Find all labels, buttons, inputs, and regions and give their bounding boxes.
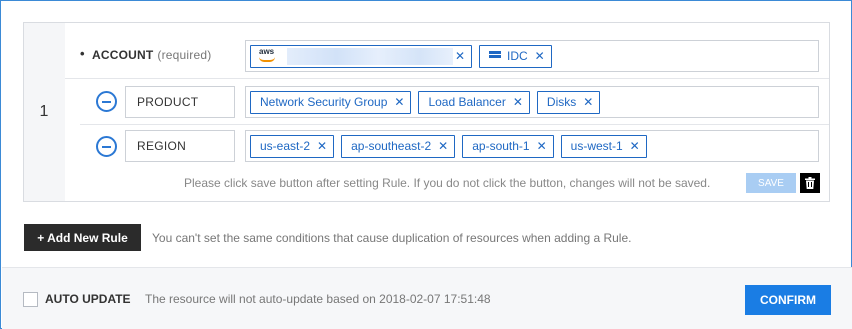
add-new-rule-button[interactable]: + Add New Rule [24, 224, 141, 251]
tag-label: ap-southeast-2 [351, 139, 432, 153]
region-tag: us-east-2 ✕ [250, 134, 335, 158]
product-tag: Disks ✕ [536, 90, 601, 114]
add-rule-hint: You can't set the same conditions that c… [152, 231, 632, 245]
account-tag-idc: IDC ✕ [479, 44, 552, 68]
account-select[interactable]: aws ✕ IDC ✕ [245, 40, 819, 72]
product-tag: Network Security Group ✕ [250, 90, 412, 114]
region-select[interactable]: us-east-2 ✕ ap-southeast-2 ✕ ap-south-1 ✕ u… [245, 130, 819, 162]
auto-update-label: AUTO UPDATE [45, 292, 131, 306]
tag-label: us-east-2 [260, 139, 311, 153]
aws-logo-icon: aws [257, 48, 279, 64]
remove-product-condition-button[interactable] [96, 91, 117, 112]
tag-label: Network Security Group [260, 95, 388, 109]
condition-key-product[interactable]: PRODUCT [125, 86, 235, 118]
footer: AUTO UPDATE The resource will not auto-u… [2, 267, 852, 329]
account-label: ACCOUNT (required) [92, 48, 211, 62]
close-icon[interactable]: ✕ [630, 139, 640, 153]
product-tag: Load Balancer ✕ [418, 90, 530, 114]
region-tag: ap-southeast-2 ✕ [341, 134, 456, 158]
account-label-text: ACCOUNT [92, 48, 154, 62]
aws-logo-text: aws [259, 47, 275, 56]
trash-icon [805, 177, 815, 189]
condition-key-region[interactable]: REGION [125, 130, 235, 162]
save-hint: Please click save button after setting R… [184, 176, 711, 190]
auto-update-description: The resource will not auto-update based … [145, 292, 491, 306]
divider [80, 124, 829, 125]
close-icon[interactable]: ✕ [438, 139, 448, 153]
tag-label: Disks [546, 95, 577, 109]
required-marker: • [80, 46, 85, 61]
close-icon[interactable]: ✕ [317, 139, 327, 153]
region-tag: ap-south-1 ✕ [462, 134, 554, 158]
close-icon[interactable]: ✕ [455, 49, 465, 63]
account-required-text: (required) [157, 48, 212, 62]
product-select[interactable]: Network Security Group ✕ Load Balancer ✕ D… [245, 86, 819, 118]
server-icon [489, 51, 501, 61]
save-button[interactable]: SAVE [746, 173, 796, 193]
confirm-button[interactable]: CONFIRM [745, 285, 831, 315]
delete-rule-button[interactable] [800, 173, 820, 193]
remove-region-condition-button[interactable] [96, 136, 117, 157]
auto-update-checkbox[interactable] [23, 292, 38, 307]
account-tag-label: IDC [507, 49, 528, 63]
minus-circle-icon [102, 145, 111, 148]
close-icon[interactable]: ✕ [583, 95, 593, 109]
close-icon[interactable]: ✕ [394, 95, 404, 109]
tag-label: ap-south-1 [472, 139, 530, 153]
region-tag: us-west-1 ✕ [560, 134, 647, 158]
account-tag-aws: aws ✕ [250, 44, 472, 68]
close-icon[interactable]: ✕ [535, 49, 545, 63]
rule-settings-panel: 1 • ACCOUNT (required) aws ✕ IDC ✕ PRODU… [0, 0, 852, 329]
redacted-account-name [287, 47, 453, 65]
account-row: • ACCOUNT (required) aws ✕ IDC ✕ [65, 23, 829, 79]
close-icon[interactable]: ✕ [513, 95, 523, 109]
close-icon[interactable]: ✕ [537, 139, 547, 153]
rule-number: 1 [39, 103, 49, 120]
tag-label: us-west-1 [570, 139, 623, 153]
tag-label: Load Balancer [428, 95, 506, 109]
rule-card: 1 • ACCOUNT (required) aws ✕ IDC ✕ PRODU… [23, 22, 830, 202]
minus-circle-icon [102, 100, 111, 103]
rule-body: • ACCOUNT (required) aws ✕ IDC ✕ PRODUCT… [65, 23, 829, 201]
